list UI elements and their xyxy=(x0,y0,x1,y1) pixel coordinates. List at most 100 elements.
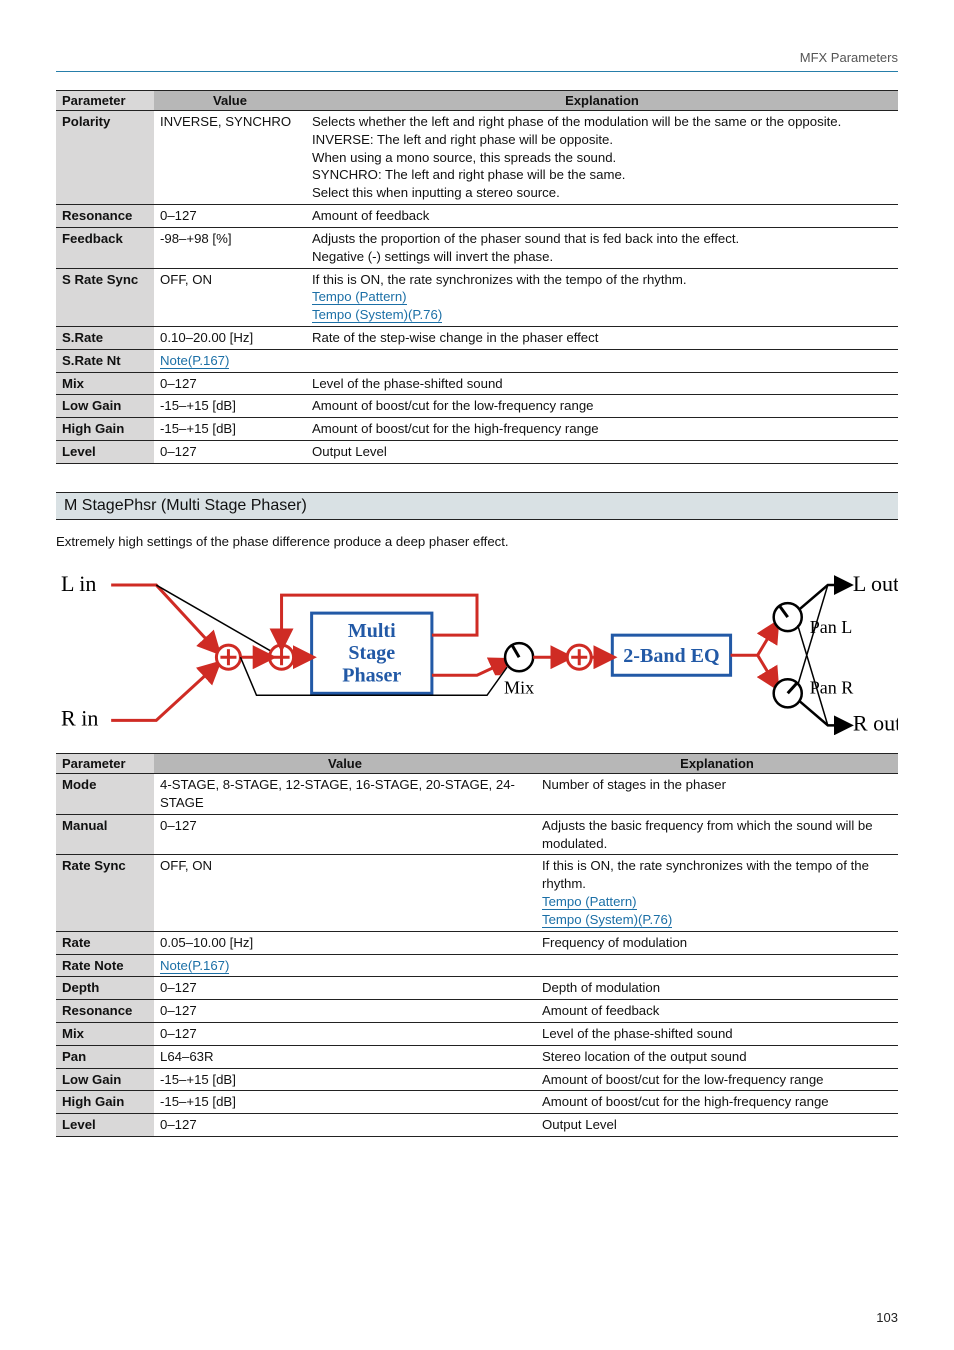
signal-flow-diagram: L in R in Multi Stage Phaser Mix 2-Band … xyxy=(56,565,898,735)
t2-depth-name: Depth xyxy=(56,977,154,1000)
t2-ratesync-exp: If this is ON, the rate synchronizes wit… xyxy=(536,855,898,931)
t2-ratenote-name: Rate Note xyxy=(56,954,154,977)
t2-ratenote-value: Note(P.167) xyxy=(154,954,536,977)
t1-polarity-value: INVERSE, SYNCHRO xyxy=(154,111,306,205)
t1-sratent-exp xyxy=(306,349,898,372)
t2-lowgain-name: Low Gain xyxy=(56,1068,154,1091)
t2-mix-value: 0–127 xyxy=(154,1022,536,1045)
param-table-1: Parameter Value Explanation Polarity INV… xyxy=(56,90,898,464)
t2-level-name: Level xyxy=(56,1114,154,1137)
t2-ratesync-link2[interactable]: Tempo (System)(P.76) xyxy=(542,912,672,928)
t1-mix-exp: Level of the phase-shifted sound xyxy=(306,372,898,395)
diagram-mix-knob xyxy=(505,643,533,671)
t2-ratesync-exp-l1: If this is ON, the rate synchronizes wit… xyxy=(542,858,869,891)
t2-pan-value: L64–63R xyxy=(154,1045,536,1068)
t1-level-value: 0–127 xyxy=(154,441,306,464)
t1-h-value: Value xyxy=(154,91,306,111)
t1-level-exp: Output Level xyxy=(306,441,898,464)
diagram-box1-l1: Multi xyxy=(348,620,396,642)
t2-ratesync-link1[interactable]: Tempo (Pattern) xyxy=(542,894,637,910)
t2-h-value: Value xyxy=(154,754,536,774)
t2-manual-name: Manual xyxy=(56,814,154,855)
t1-sratesync-name: S Rate Sync xyxy=(56,268,154,326)
t2-h-explanation: Explanation xyxy=(536,754,898,774)
t1-highgain-name: High Gain xyxy=(56,418,154,441)
t1-polarity-name: Polarity xyxy=(56,111,154,205)
t1-h-explanation: Explanation xyxy=(306,91,898,111)
t2-depth-value: 0–127 xyxy=(154,977,536,1000)
t1-sratent-value: Note(P.167) xyxy=(154,349,306,372)
t2-ratesync-value: OFF, ON xyxy=(154,855,536,931)
t1-lowgain-name: Low Gain xyxy=(56,395,154,418)
t1-srate-name: S.Rate xyxy=(56,326,154,349)
t2-manual-exp: Adjusts the basic frequency from which t… xyxy=(536,814,898,855)
t2-ratenote-link[interactable]: Note(P.167) xyxy=(160,958,229,974)
diagram-r-in: R in xyxy=(61,705,98,730)
t1-sratesync-exp: If this is ON, the rate synchronizes wit… xyxy=(306,268,898,326)
section-title: M StagePhsr (Multi Stage Phaser) xyxy=(64,497,307,514)
t1-resonance-value: 0–127 xyxy=(154,205,306,228)
t1-sratesync-link1[interactable]: Tempo (Pattern) xyxy=(312,289,407,305)
t1-lowgain-value: -15–+15 [dB] xyxy=(154,395,306,418)
t1-mix-value: 0–127 xyxy=(154,372,306,395)
t2-lowgain-exp: Amount of boost/cut for the low-frequenc… xyxy=(536,1068,898,1091)
t1-feedback-name: Feedback xyxy=(56,227,154,268)
t1-h-param: Parameter xyxy=(56,91,154,111)
t2-level-exp: Output Level xyxy=(536,1114,898,1137)
t1-lowgain-exp: Amount of boost/cut for the low-frequenc… xyxy=(306,395,898,418)
header-category: MFX Parameters xyxy=(800,50,898,65)
t1-sratent-link[interactable]: Note(P.167) xyxy=(160,353,229,369)
t1-resonance-name: Resonance xyxy=(56,205,154,228)
t2-highgain-exp: Amount of boost/cut for the high-frequen… xyxy=(536,1091,898,1114)
t2-lowgain-value: -15–+15 [dB] xyxy=(154,1068,536,1091)
diagram-l-in: L in xyxy=(61,571,96,596)
diagram-box1-l3: Phaser xyxy=(342,664,401,686)
diagram-l-out: L out xyxy=(853,571,898,596)
t2-mode-exp: Number of stages in the phaser xyxy=(536,774,898,815)
diagram-box2: 2-Band EQ xyxy=(623,645,719,667)
t1-sratesync-value: OFF, ON xyxy=(154,268,306,326)
page-number: 103 xyxy=(876,1310,898,1325)
t2-pan-name: Pan xyxy=(56,1045,154,1068)
t2-resonance-exp: Amount of feedback xyxy=(536,1000,898,1023)
t2-rate-name: Rate xyxy=(56,931,154,954)
t1-feedback-exp: Adjusts the proportion of the phaser sou… xyxy=(306,227,898,268)
t2-mode-value: 4-STAGE, 8-STAGE, 12-STAGE, 16-STAGE, 20… xyxy=(154,774,536,815)
t2-level-value: 0–127 xyxy=(154,1114,536,1137)
t2-ratesync-name: Rate Sync xyxy=(56,855,154,931)
t2-resonance-name: Resonance xyxy=(56,1000,154,1023)
t2-resonance-value: 0–127 xyxy=(154,1000,536,1023)
page-header: MFX Parameters xyxy=(56,50,898,72)
param-table-2: Parameter Value Explanation Mode 4-STAGE… xyxy=(56,753,898,1137)
t2-manual-value: 0–127 xyxy=(154,814,536,855)
t2-rate-value: 0.05–10.00 [Hz] xyxy=(154,931,536,954)
t1-highgain-exp: Amount of boost/cut for the high-frequen… xyxy=(306,418,898,441)
t1-mix-name: Mix xyxy=(56,372,154,395)
t2-ratenote-exp xyxy=(536,954,898,977)
section-body: Extremely high settings of the phase dif… xyxy=(56,534,898,549)
t2-pan-exp: Stereo location of the output sound xyxy=(536,1045,898,1068)
t1-highgain-value: -15–+15 [dB] xyxy=(154,418,306,441)
t1-srate-value: 0.10–20.00 [Hz] xyxy=(154,326,306,349)
t2-mode-name: Mode xyxy=(56,774,154,815)
t1-srate-exp: Rate of the step-wise change in the phas… xyxy=(306,326,898,349)
t1-level-name: Level xyxy=(56,441,154,464)
t2-highgain-value: -15–+15 [dB] xyxy=(154,1091,536,1114)
diagram-mix-label: Mix xyxy=(504,677,534,697)
t1-resonance-exp: Amount of feedback xyxy=(306,205,898,228)
t1-feedback-value: -98–+98 [%] xyxy=(154,227,306,268)
t1-polarity-exp: Selects whether the left and right phase… xyxy=(306,111,898,205)
t1-sratesync-link2[interactable]: Tempo (System)(P.76) xyxy=(312,307,442,323)
diagram-r-out: R out xyxy=(853,710,898,735)
diagram-pan-l-label: Pan L xyxy=(810,617,853,637)
t2-rate-exp: Frequency of modulation xyxy=(536,931,898,954)
t2-h-param: Parameter xyxy=(56,754,154,774)
t1-sratent-name: S.Rate Nt xyxy=(56,349,154,372)
t2-mix-exp: Level of the phase-shifted sound xyxy=(536,1022,898,1045)
section-heading: M StagePhsr (Multi Stage Phaser) xyxy=(56,492,898,520)
t2-mix-name: Mix xyxy=(56,1022,154,1045)
t2-depth-exp: Depth of modulation xyxy=(536,977,898,1000)
t1-sratesync-exp-l1: If this is ON, the rate synchronizes wit… xyxy=(312,272,687,287)
t2-highgain-name: High Gain xyxy=(56,1091,154,1114)
diagram-box1-l2: Stage xyxy=(348,642,395,664)
